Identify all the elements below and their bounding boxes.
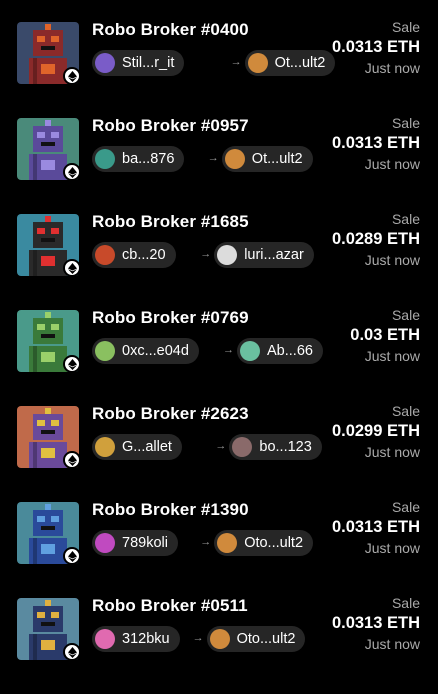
from-avatar	[95, 533, 115, 553]
to-avatar	[232, 437, 253, 457]
arrow-right-icon: →	[215, 440, 227, 452]
from-address: ba...876	[122, 151, 175, 167]
sale-price: 0.0299 ETH	[331, 422, 420, 440]
from-address-pill[interactable]: 312bku	[92, 626, 180, 652]
to-address: bo...123	[259, 439, 312, 455]
from-avatar	[95, 629, 115, 649]
from-avatar	[95, 149, 115, 169]
event-time: Just now	[364, 252, 420, 268]
activity-row[interactable]: Robo Broker #2623 G...allet → bo...123 Sale 0…	[0, 403, 438, 502]
arrow-right-icon: →	[192, 632, 204, 644]
from-address-pill[interactable]: 789koli	[92, 530, 178, 556]
from-address-pill[interactable]: 0xc...e04d	[92, 338, 199, 364]
to-avatar	[240, 341, 260, 361]
ethereum-icon	[63, 163, 81, 181]
to-address: Ot...ult2	[274, 55, 326, 71]
from-address: G...allet	[122, 439, 172, 455]
to-avatar	[217, 245, 238, 265]
nft-title[interactable]: Robo Broker #2623	[92, 404, 249, 424]
nft-title[interactable]: Robo Broker #1390	[92, 500, 249, 520]
from-avatar	[95, 341, 115, 361]
to-address-pill[interactable]: Ab...66	[237, 338, 323, 364]
from-avatar	[95, 53, 115, 73]
event-time: Just now	[364, 60, 420, 76]
event-type: Sale	[391, 403, 420, 419]
event-type: Sale	[391, 211, 420, 227]
to-address: Oto...ult2	[244, 535, 304, 551]
activity-row[interactable]: Robo Broker #0957 ba...876 → Ot...ult2 Sale 0…	[0, 115, 438, 214]
to-address-pill[interactable]: Oto...ult2	[206, 626, 306, 652]
arrow-right-icon: →	[207, 152, 219, 164]
ethereum-icon	[63, 547, 81, 565]
from-address: cb...20	[122, 247, 166, 263]
event-time: Just now	[364, 636, 420, 652]
event-time: Just now	[364, 444, 420, 460]
to-avatar	[247, 53, 268, 73]
activity-row[interactable]: Robo Broker #0769 0xc...e04d → Ab...66 Sale 0…	[0, 307, 438, 406]
from-address-pill[interactable]: ba...876	[92, 146, 185, 172]
to-avatar	[217, 533, 238, 553]
arrow-right-icon: →	[200, 536, 212, 548]
event-type: Sale	[391, 19, 420, 35]
activity-list: Robo Broker #0400 Stil...r_it → Ot...ult2 Sa…	[0, 0, 438, 680]
to-address: Ot...ult2	[251, 151, 303, 167]
ethereum-icon	[63, 259, 81, 277]
to-address: Oto...ult2	[236, 631, 296, 647]
from-address: 789koli	[122, 535, 168, 551]
from-avatar	[95, 437, 115, 457]
to-avatar	[209, 629, 230, 649]
to-address-pill[interactable]: Oto...ult2	[214, 530, 314, 556]
ethereum-icon	[63, 451, 81, 469]
ethereum-icon	[63, 643, 81, 661]
from-address: 312bku	[122, 631, 170, 647]
event-time: Just now	[364, 348, 420, 364]
nft-title[interactable]: Robo Broker #0511	[92, 596, 248, 616]
event-type: Sale	[391, 595, 420, 611]
from-address-pill[interactable]: G...allet	[92, 434, 182, 460]
from-avatar	[95, 245, 115, 265]
arrow-right-icon: →	[200, 248, 212, 260]
arrow-right-icon: →	[223, 344, 234, 356]
sale-price: 0.0313 ETH	[331, 518, 420, 536]
nft-title[interactable]: Robo Broker #0769	[92, 308, 249, 328]
to-address-pill[interactable]: luri...azar	[214, 242, 314, 268]
event-type: Sale	[391, 307, 420, 323]
nft-title[interactable]: Robo Broker #0400	[92, 20, 249, 40]
nft-title[interactable]: Robo Broker #0957	[92, 116, 249, 136]
to-address-pill[interactable]: bo...123	[229, 434, 322, 460]
activity-row[interactable]: Robo Broker #1390 789koli → Oto...ult2 Sale 0…	[0, 499, 438, 598]
sale-price: 0.0313 ETH	[331, 38, 420, 56]
from-address: Stil...r_it	[122, 55, 175, 71]
arrow-right-icon: →	[230, 56, 242, 68]
from-address: 0xc...e04d	[122, 343, 189, 359]
ethereum-icon	[63, 355, 81, 373]
from-address-pill[interactable]: cb...20	[92, 242, 176, 268]
to-address-pill[interactable]: Ot...ult2	[244, 50, 336, 76]
to-address-pill[interactable]: Ot...ult2	[221, 146, 313, 172]
to-address: luri...azar	[244, 247, 304, 263]
sale-price: 0.0313 ETH	[331, 134, 420, 152]
activity-row[interactable]: Robo Broker #0400 Stil...r_it → Ot...ult2 Sa…	[0, 19, 438, 118]
ethereum-icon	[63, 67, 81, 85]
from-address-pill[interactable]: Stil...r_it	[92, 50, 185, 76]
event-time: Just now	[364, 540, 420, 556]
sale-price: 0.0289 ETH	[331, 230, 420, 248]
to-avatar	[224, 149, 245, 169]
event-type: Sale	[391, 115, 420, 131]
activity-row[interactable]: Robo Broker #1685 cb...20 → luri...azar Sale…	[0, 211, 438, 310]
nft-title[interactable]: Robo Broker #1685	[92, 212, 249, 232]
event-time: Just now	[364, 156, 420, 172]
event-type: Sale	[391, 499, 420, 515]
sale-price: 0.0313 ETH	[331, 614, 420, 632]
sale-price: 0.03 ETH	[350, 326, 420, 344]
to-address: Ab...66	[267, 343, 313, 359]
